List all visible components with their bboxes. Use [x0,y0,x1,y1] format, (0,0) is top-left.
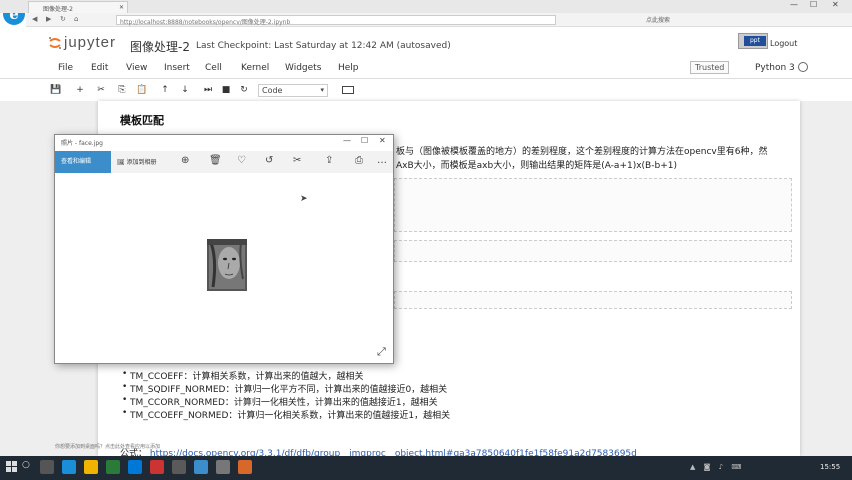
close-icon[interactable]: ✕ [379,136,386,145]
delete-icon[interactable]: 🗑 [209,155,222,166]
menu-kernel[interactable]: Kernel [241,63,269,73]
forward-icon[interactable]: ▶ [46,15,51,23]
copy-icon[interactable]: ⎘ [114,83,130,97]
divider [0,78,852,79]
menu-cell[interactable]: Cell [205,63,222,73]
notebook-title[interactable]: 图像处理-2 [130,38,190,55]
restart-icon[interactable]: ↻ [236,83,252,97]
photos-viewer-window: 照片 - face.jpg — ☐ ✕ 查看和编辑 🖼 添加到相册 ⊕ 🗑 ♡ … [54,134,394,364]
jupyter-wordmark: jupyter [64,34,117,51]
edge-icon[interactable] [128,460,142,474]
search-icon[interactable]: ○ [22,460,30,470]
rotate-icon[interactable]: ↺ [265,155,273,166]
home-icon[interactable]: ⌂ [74,15,78,23]
keyboard-icon[interactable] [342,86,354,94]
close-tab-icon[interactable]: ✕ [119,4,124,11]
trusted-indicator[interactable]: Trusted [690,61,730,74]
app-icon[interactable] [216,460,230,474]
menu-help[interactable]: Help [338,63,359,73]
paste-icon[interactable]: 📋 [134,83,150,97]
cell-type-value: Code [262,86,283,95]
list-item: TM_CCOEFF_NORMED：计算归一化相关系数，计算出来的值越接近1，越相… [122,408,450,421]
add-cell-icon[interactable]: + [72,83,88,97]
refresh-icon[interactable]: ↻ [60,15,66,23]
minimize-icon[interactable]: — [343,136,351,145]
favorite-icon[interactable]: ♡ [237,155,246,166]
menu-widgets[interactable]: Widgets [285,63,321,73]
browser-search-box[interactable]: 点此搜索 [646,15,670,24]
move-up-icon[interactable]: ↑ [157,83,173,97]
face-image [207,239,247,291]
code-cell[interactable] [394,291,792,309]
photo-icon: 🖼 [117,159,125,166]
tab-title: 图像处理-2 [43,6,73,13]
list-item: TM_CCORR_NORMED：计算归一化相关性，计算出来的值越接近1，越相关 [122,395,438,408]
menu-file[interactable]: File [58,63,73,73]
overlay-badge[interactable]: ppt [738,33,768,49]
jupyter-logo-icon [49,37,61,49]
add-to-label: 添加到相册 [126,159,157,166]
task-view-icon[interactable] [40,460,54,474]
app-icon[interactable] [172,460,186,474]
app-icon[interactable] [238,460,252,474]
back-icon[interactable]: ◀ [32,15,37,23]
photos-toolbar: 查看和编辑 🖼 添加到相册 ⊕ 🗑 ♡ ↺ ✂ ⇪ ⎙ … [55,151,393,173]
file-explorer-icon[interactable] [84,460,98,474]
photos-window-title: 照片 - face.jpg [61,140,103,147]
cut-icon[interactable]: ✂ [93,83,109,97]
browser-tabbar: 图像处理-2 ✕ — ☐ ✕ [0,0,852,13]
markdown-heading: 模板匹配 [120,114,164,127]
edit-icon[interactable]: ✂ [293,155,301,166]
move-down-icon[interactable]: ↓ [177,83,193,97]
store-icon[interactable] [106,460,120,474]
maximize-icon[interactable]: ☐ [361,136,368,145]
mouse-cursor-icon: ➤ [300,194,308,204]
checkpoint-status: Last Checkpoint: Last Saturday at 12:42 … [196,41,451,51]
stop-icon[interactable]: ■ [218,83,234,97]
run-icon[interactable]: ⏭ [200,83,216,97]
kernel-name: Python 3 [755,63,795,73]
enhance-label: 查看和编辑 [61,158,92,165]
menu-edit[interactable]: Edit [91,63,108,73]
browser-tab[interactable]: 图像处理-2 ✕ [28,1,128,13]
cell-type-select[interactable]: Code ▾ [258,84,328,97]
system-tray-icons[interactable]: ▲ ◙ ♪ ⌨ [690,463,744,471]
notification-text: 你想要添加到桌面吗？点击此处查看应用以添加 [55,444,161,450]
list-item: TM_CCOEFF：计算相关系数，计算出来的值越大，越相关 [122,369,363,382]
share-icon[interactable]: ⇪ [325,155,333,166]
minimize-icon[interactable]: — [790,0,798,9]
list-item: TM_SQDIFF_NORMED：计算归一化平方不同，计算出来的值越接近0，越相… [122,382,447,395]
save-icon[interactable]: 💾 [48,83,64,97]
expand-icon[interactable]: ⤢ [377,345,386,359]
taskbar: ○ ▲ ◙ ♪ ⌨ 15:55 [0,456,852,480]
photos-app-icon[interactable] [194,460,208,474]
overlay-badge-label: ppt [744,36,766,46]
close-icon[interactable]: ✕ [832,0,839,9]
markdown-text-line-1: 板与（图像被模板覆盖的地方）的差别程度，这个差别程度的计算方法在opencv里有… [396,147,768,157]
markdown-text-line-2: AxB大小，而模板是axb大小，则输出结果的矩阵是(A-a+1)x(B-b+1) [396,161,677,171]
photos-titlebar: 照片 - face.jpg — ☐ ✕ [55,135,393,148]
zoom-icon[interactable]: ⊕ [181,155,189,166]
ie-browser-icon[interactable] [62,460,76,474]
clock[interactable]: 15:55 [820,463,840,471]
logout-button[interactable]: Logout [770,39,797,48]
menu-view[interactable]: View [126,63,147,73]
windows-start-icon[interactable] [6,461,18,473]
enhance-button[interactable]: 查看和编辑 [55,151,111,173]
add-to-album-button[interactable]: 🖼 添加到相册 [117,157,157,166]
print-icon[interactable]: ⎙ [355,155,363,166]
maximize-icon[interactable]: ☐ [810,0,817,9]
code-cell[interactable] [394,178,792,232]
browser-navbar: ◀ ▶ ↻ ⌂ http://localhost:8888/notebooks/… [26,13,852,27]
image-canvas: ⤢ [55,173,393,363]
menu-insert[interactable]: Insert [164,63,190,73]
kernel-status-icon [798,62,808,72]
code-cell[interactable] [394,240,792,262]
address-bar[interactable]: http://localhost:8888/notebooks/opencv/图… [116,15,556,26]
more-icon[interactable]: … [377,155,387,166]
app-icon[interactable] [150,460,164,474]
chevron-down-icon: ▾ [320,86,324,94]
